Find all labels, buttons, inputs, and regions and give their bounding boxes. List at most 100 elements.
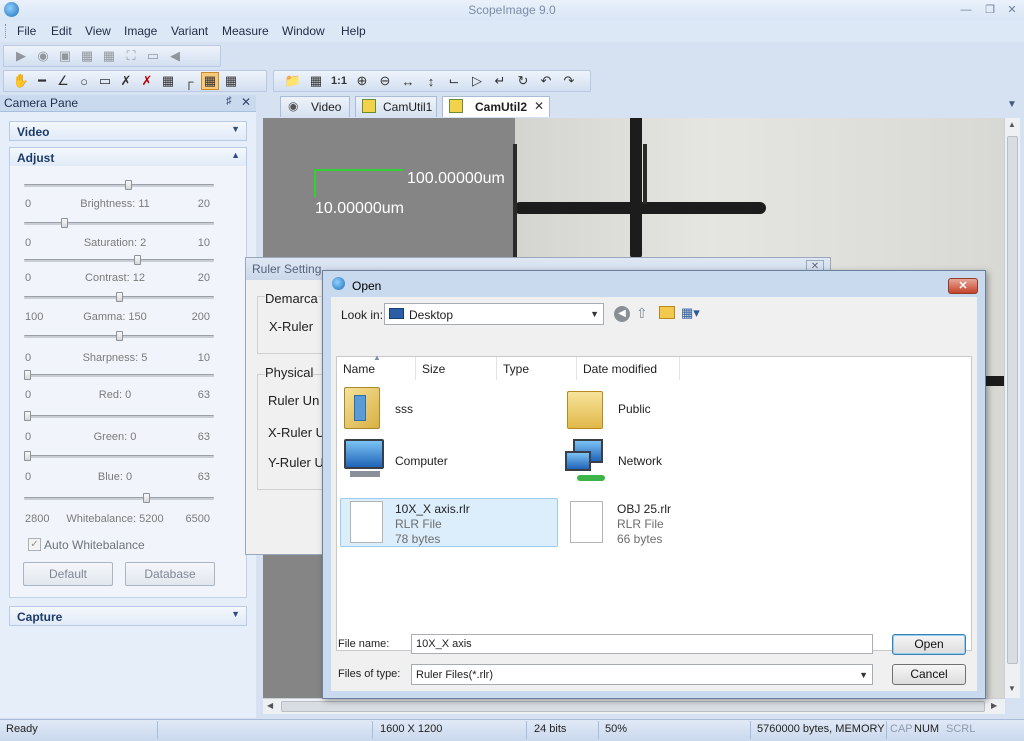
ruler-settings-icon[interactable]: ▦	[201, 72, 219, 90]
file-item-computer[interactable]: Computer	[342, 439, 552, 485]
actual-size-icon[interactable]: 1:1	[330, 72, 348, 90]
up-folder-icon[interactable]: ⇧	[636, 305, 648, 322]
video-section-header[interactable]: Video ▼	[9, 121, 247, 141]
monitor-icon[interactable]: ▭	[144, 47, 162, 65]
vertical-scroll-thumb[interactable]	[1007, 136, 1018, 664]
minimize-button[interactable]: —	[956, 2, 976, 18]
close-tab-icon[interactable]: ✕	[534, 99, 544, 113]
zoom-out-icon[interactable]: ⊖	[376, 72, 394, 90]
play-icon[interactable]: ▶	[12, 47, 30, 65]
scroll-down-icon[interactable]: ▼	[1008, 684, 1016, 693]
default-button[interactable]: Default	[23, 562, 113, 586]
sharpness-slider-thumb[interactable]	[115, 331, 123, 341]
whitebalance-slider-thumb[interactable]	[142, 493, 150, 503]
tab-camutil2[interactable]: CamUtil2 ✕	[442, 96, 550, 117]
green-slider-track[interactable]	[24, 415, 214, 418]
delete-icon[interactable]: ✗	[117, 72, 135, 90]
blue-slider-track[interactable]	[24, 455, 214, 458]
capture-section-header[interactable]: Capture ▼	[9, 606, 247, 626]
hand-icon[interactable]: ✋	[12, 72, 30, 90]
ruler-icon[interactable]: ┌	[180, 72, 198, 90]
redo-icon[interactable]: ↷	[560, 72, 578, 90]
auto-whitebalance-checkbox[interactable]: ✓	[28, 538, 41, 551]
horizontal-scrollbar[interactable]: ◀ ▶	[263, 698, 1005, 714]
rotate-left-icon[interactable]: ↵	[491, 72, 509, 90]
counter-icon[interactable]: ▦	[222, 72, 240, 90]
camera-icon[interactable]: ◉	[34, 47, 52, 65]
horizontal-scroll-thumb[interactable]	[281, 701, 985, 712]
blue-slider-thumb[interactable]	[24, 451, 31, 461]
new-folder-icon[interactable]	[659, 306, 675, 319]
pin-icon[interactable]: ♯	[226, 95, 232, 107]
vertical-scrollbar[interactable]: ▲ ▼	[1004, 118, 1020, 698]
snapshot-icon[interactable]: ▣	[56, 47, 74, 65]
scroll-up-icon[interactable]: ▲	[1008, 120, 1016, 129]
menu-view[interactable]: View	[85, 24, 111, 38]
rotate-right-icon[interactable]: ▷	[468, 72, 486, 90]
menu-file[interactable]: File	[17, 24, 36, 38]
open-folder-icon[interactable]: 📁	[284, 72, 302, 90]
file-name-input[interactable]: 10X_X axis	[411, 634, 873, 654]
file-list[interactable]: Name ▲ Size Type Date modified sss Publi…	[336, 353, 972, 651]
file-item-10x-x-axis[interactable]: 10X_X axis.rlr RLR File 78 bytes	[340, 498, 558, 547]
menu-measure[interactable]: Measure	[222, 24, 269, 38]
menu-help[interactable]: Help	[341, 24, 366, 38]
undo-icon[interactable]: ↶	[537, 72, 555, 90]
file-item-network[interactable]: Network	[565, 439, 775, 485]
scroll-left-icon[interactable]: ◀	[267, 701, 273, 710]
menu-variant[interactable]: Variant	[171, 24, 208, 38]
flip-vertical-icon[interactable]: ↕	[422, 72, 440, 90]
brightness-slider-thumb[interactable]	[124, 180, 132, 190]
file-item-sss[interactable]: sss	[342, 387, 552, 433]
circle-icon[interactable]: ○	[75, 72, 93, 90]
column-type[interactable]: Type	[497, 357, 577, 380]
red-slider-track[interactable]	[24, 374, 214, 377]
line-icon[interactable]: ━	[33, 72, 51, 90]
refresh-icon[interactable]: ↻	[514, 72, 532, 90]
column-date-modified[interactable]: Date modified	[577, 357, 680, 380]
save-icon[interactable]: ▦	[307, 72, 325, 90]
rectangle-icon[interactable]: ▭	[96, 72, 114, 90]
menu-image[interactable]: Image	[124, 24, 157, 38]
menu-window[interactable]: Window	[282, 24, 325, 38]
crop-icon[interactable]: ⌙	[445, 72, 463, 90]
back-icon[interactable]: ◀	[614, 306, 630, 322]
cancel-button[interactable]: Cancel	[892, 664, 966, 685]
saturation-slider-thumb[interactable]	[60, 218, 68, 228]
tab-camutil1[interactable]: CamUtil1	[355, 96, 437, 117]
close-window-button[interactable]: ✕	[1002, 2, 1022, 18]
brightness-slider-track[interactable]	[24, 184, 214, 187]
adjust-section-header[interactable]: Adjust ▲	[9, 147, 247, 167]
menu-edit[interactable]: Edit	[51, 24, 72, 38]
zoom-in-icon[interactable]: ⊕	[353, 72, 371, 90]
scroll-right-icon[interactable]: ▶	[991, 701, 997, 710]
database-button[interactable]: Database	[125, 562, 215, 586]
arrow-left-icon[interactable]: ◀	[166, 47, 184, 65]
contrast-slider-thumb[interactable]	[133, 255, 141, 265]
grid-icon[interactable]: ▦	[100, 47, 118, 65]
files-of-type-select[interactable]: Ruler Files(*.rlr) ▼	[411, 664, 873, 685]
view-menu-icon[interactable]: ▦▾	[681, 305, 700, 321]
fullscreen-icon[interactable]: ⛶	[122, 47, 140, 65]
close-dialog-button[interactable]: ✕	[948, 278, 978, 294]
file-item-obj-25[interactable]: OBJ 25.rlr RLR File 66 bytes	[565, 499, 775, 548]
contrast-slider-track[interactable]	[24, 259, 214, 262]
angle-icon[interactable]: ∠	[54, 72, 72, 90]
saturation-slider-track[interactable]	[24, 222, 214, 225]
restore-button[interactable]: ❐	[980, 2, 1000, 18]
red-slider-thumb[interactable]	[24, 370, 31, 380]
grid-measure-icon[interactable]: ▦	[159, 72, 177, 90]
tab-video[interactable]: ◉ Video	[280, 96, 350, 117]
look-in-combo[interactable]: Desktop ▼	[384, 303, 604, 325]
green-slider-thumb[interactable]	[24, 411, 31, 421]
delete-all-icon[interactable]: ✗	[138, 72, 156, 90]
whitebalance-slider-track[interactable]	[24, 497, 214, 500]
tab-dropdown-icon[interactable]: ▼	[1007, 99, 1017, 110]
flip-horizontal-icon[interactable]: ↔	[399, 72, 417, 90]
record-icon[interactable]: ▦	[78, 47, 96, 65]
column-size[interactable]: Size	[416, 357, 497, 380]
open-button[interactable]: Open	[892, 634, 966, 655]
gamma-slider-thumb[interactable]	[115, 292, 123, 302]
close-pane-icon[interactable]: ✕	[241, 95, 251, 109]
file-item-public[interactable]: Public	[565, 387, 775, 433]
